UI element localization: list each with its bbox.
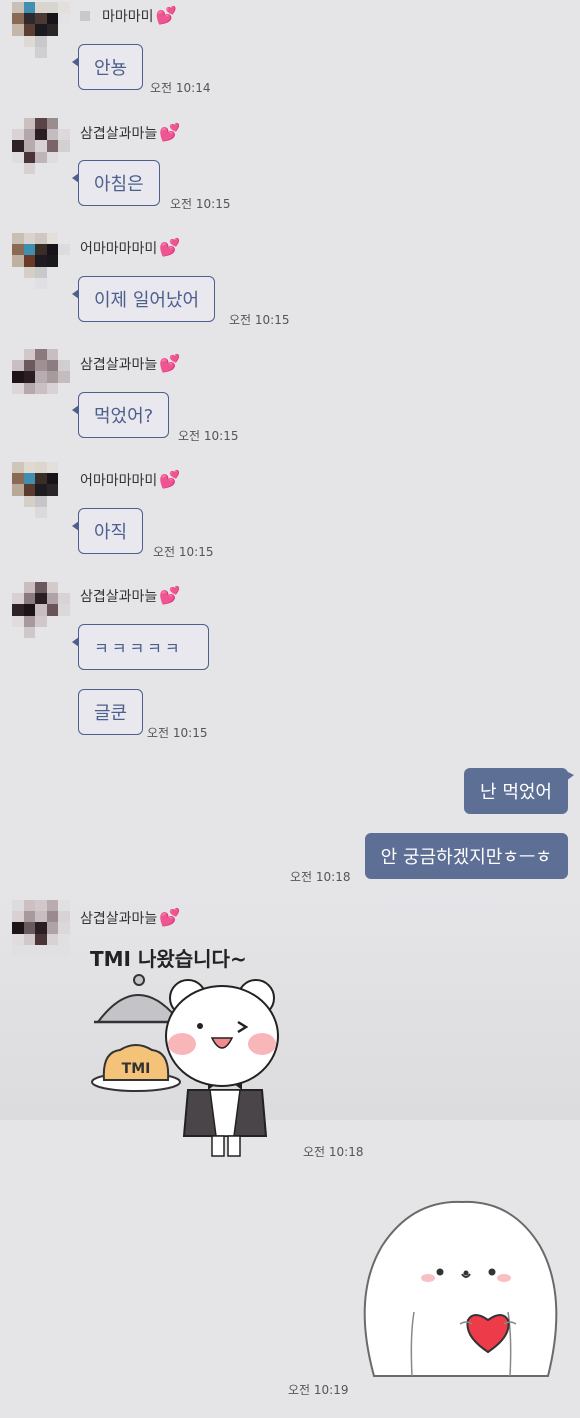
sender-name: 삼겹살과마늘 💕	[80, 585, 181, 606]
message-time: 오전 10:15	[153, 545, 214, 559]
avatar[interactable]	[12, 900, 70, 956]
tmi-bear-illustration: TMI 나왔습니다~ TMI	[90, 947, 279, 1157]
pink-hearts-emoji: 💕	[159, 122, 181, 143]
message-time: 오전 10:15	[229, 313, 290, 327]
message-time: 오전 10:18	[303, 1145, 364, 1159]
message-time: 오전 10:18	[290, 870, 351, 884]
message-bubble[interactable]: 안뇽	[71, 44, 144, 90]
tmi-bear-sticker[interactable]: TMI 나왔습니다~ TMI	[84, 940, 304, 1160]
avatar[interactable]	[12, 582, 70, 638]
pink-hearts-emoji: 💕	[159, 353, 181, 374]
sender-name: 삼겹살과마늘 💕	[80, 122, 181, 143]
pink-hearts-emoji: 💕	[155, 5, 177, 26]
sticker-caption: TMI 나왔습니다~	[90, 947, 247, 971]
bunny-heart-sticker[interactable]	[352, 1196, 568, 1378]
message-bubble[interactable]: 먹었어?	[71, 392, 170, 438]
avatar[interactable]	[12, 2, 70, 58]
message-bubble[interactable]: 아직	[71, 508, 144, 554]
pink-hearts-emoji: 💕	[159, 907, 181, 928]
pink-hearts-emoji: 💕	[159, 237, 181, 258]
avatar[interactable]	[12, 118, 70, 174]
pink-hearts-emoji: 💕	[159, 469, 181, 490]
avatar[interactable]	[12, 349, 70, 405]
message-bubble[interactable]: ㅋㅋㅋㅋㅋ	[72, 624, 209, 670]
sticker-bread-label: TMI	[122, 1061, 151, 1077]
sender-name: 어마마마마미 💕	[80, 237, 181, 258]
message-time: 오전 10:19	[288, 1383, 349, 1397]
message-bubble[interactable]: 글쿤	[78, 689, 144, 735]
message-time: 오전 10:14	[150, 81, 211, 95]
avatar[interactable]	[12, 462, 70, 518]
message-time: 오전 10:15	[178, 429, 239, 443]
message-time: 오전 10:15	[170, 197, 231, 211]
sender-name: 마마마미 💕	[80, 6, 177, 26]
name-badge-icon	[80, 11, 90, 21]
message-bubble[interactable]: 이제 일어났어	[71, 276, 216, 322]
bunny-heart-illustration	[363, 1200, 558, 1377]
message-bubble[interactable]: 아침은	[72, 160, 160, 206]
my-message-bubble[interactable]: 안 궁금하겠지만ㅎㅡㅎ	[364, 833, 568, 879]
avatar[interactable]	[12, 233, 70, 289]
message-time: 오전 10:15	[147, 726, 208, 740]
sender-name: 삼겹살과마늘 💕	[80, 353, 181, 374]
my-message-bubble[interactable]: 난 먹었어	[464, 768, 574, 814]
pink-hearts-emoji: 💕	[159, 585, 181, 606]
sender-name: 어마마마마미 💕	[80, 469, 181, 490]
sender-name: 삼겹살과마늘 💕	[80, 907, 181, 928]
